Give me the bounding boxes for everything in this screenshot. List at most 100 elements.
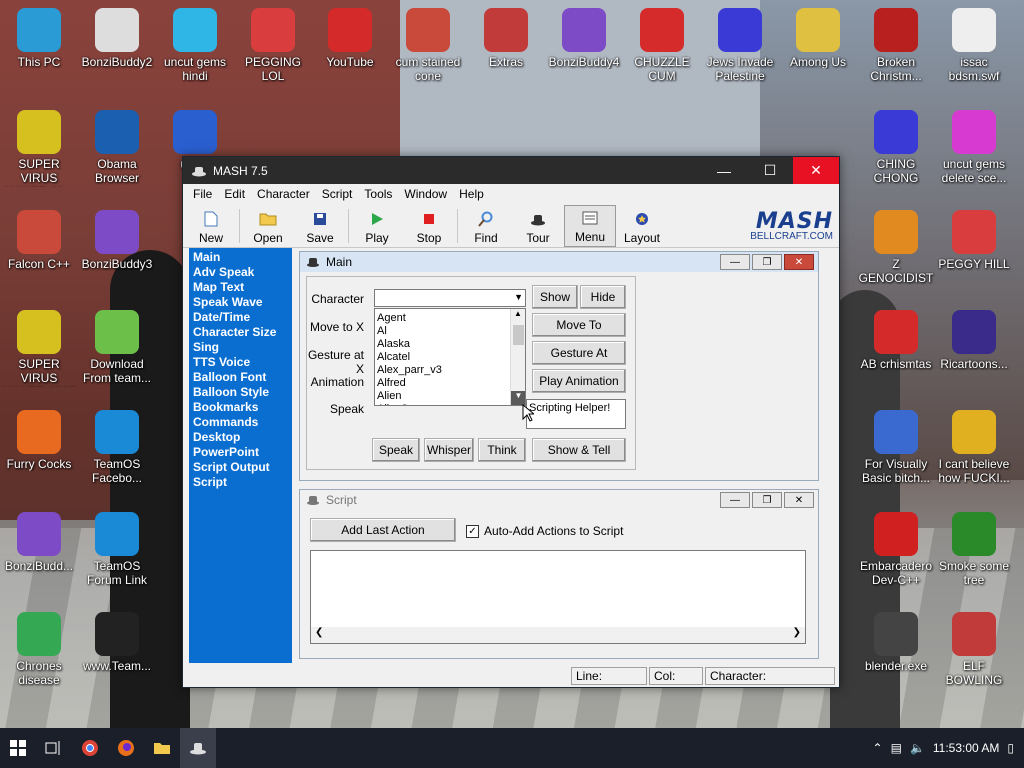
desktop-icon[interactable]: YouTube: [311, 8, 389, 69]
sidebar-item[interactable]: PowerPoint: [193, 445, 288, 460]
panel-close-button[interactable]: ✕: [784, 254, 814, 270]
desktop-icon[interactable]: For Visually Basic bitch...: [857, 410, 935, 485]
desktop-icon[interactable]: Ricartoons...: [935, 310, 1013, 371]
speak-text-field[interactable]: Scripting Helper!: [526, 399, 626, 429]
layout-button[interactable]: Layout: [616, 205, 668, 247]
maximize-button[interactable]: ☐: [747, 157, 793, 184]
sidebar-item[interactable]: Date/Time: [193, 310, 288, 325]
main-panel-titlebar[interactable]: Main — ❐ ✕: [300, 252, 818, 272]
sidebar-item[interactable]: Balloon Font: [193, 370, 288, 385]
desktop-icon[interactable]: ELF BOWLING: [935, 612, 1013, 687]
desktop-icon[interactable]: Broken Christm...: [857, 8, 935, 83]
character-option[interactable]: Alex_parr_v3: [375, 364, 525, 377]
speak-button[interactable]: Speak: [372, 438, 420, 462]
character-option[interactable]: Alien: [375, 390, 525, 403]
desktop-icon[interactable]: CHING CHONG: [857, 110, 935, 185]
clock[interactable]: 11:53:00 AM: [933, 741, 1000, 755]
checkbox-checked-icon[interactable]: ✓: [466, 524, 479, 538]
character-option[interactable]: Alcatel: [375, 351, 525, 364]
desktop-icon[interactable]: BonziBudd...: [0, 512, 78, 573]
desktop-icon[interactable]: PEGGING LOL: [234, 8, 312, 83]
script-restore-button[interactable]: ❐: [752, 492, 782, 508]
desktop-icon[interactable]: www.Team...: [78, 612, 156, 673]
desktop-icon[interactable]: cum stained cone: [389, 8, 467, 83]
scroll-thumb[interactable]: [513, 325, 524, 345]
show-tell-button[interactable]: Show & Tell: [532, 438, 626, 462]
desktop-icon[interactable]: blender.exe: [857, 612, 935, 673]
move-to-button[interactable]: Move To: [532, 313, 626, 337]
save-button[interactable]: Save: [294, 205, 346, 247]
find-button[interactable]: Find: [460, 205, 512, 247]
character-option[interactable]: Alaska: [375, 338, 525, 351]
scroll-up-icon[interactable]: ▲: [511, 309, 525, 321]
desktop-icon[interactable]: uncut gems hindi: [156, 8, 234, 83]
desktop-icon[interactable]: uncut gems delete sce...: [935, 110, 1013, 185]
task-view-icon[interactable]: [36, 728, 72, 768]
scroll-left-icon[interactable]: ❮: [315, 627, 323, 643]
sidebar-item[interactable]: Map Text: [193, 280, 288, 295]
auto-add-option[interactable]: ✓ Auto-Add Actions to Script: [466, 524, 623, 538]
desktop-icon[interactable]: BonziBuddy2: [78, 8, 156, 69]
file-explorer-icon[interactable]: [144, 728, 180, 768]
think-button[interactable]: Think: [478, 438, 526, 462]
desktop-icon[interactable]: Z GENOCIDIST: [857, 210, 935, 285]
desktop-icon[interactable]: TeamOS Facebo...: [78, 410, 156, 485]
desktop-icon[interactable]: SUPER VIRUS MAKER 9005: [0, 310, 78, 387]
firefox-icon[interactable]: [108, 728, 144, 768]
stop-button[interactable]: Stop: [403, 205, 455, 247]
chevron-up-icon[interactable]: ⌃: [873, 741, 883, 755]
play-button[interactable]: Play: [351, 205, 403, 247]
sidebar-item[interactable]: Main: [193, 250, 288, 265]
play-animation-button[interactable]: Play Animation: [532, 369, 626, 393]
scroll-down-icon[interactable]: ▼: [511, 391, 525, 405]
window-titlebar[interactable]: MASH 7.5 — ☐ ✕: [183, 157, 839, 184]
script-minimize-button[interactable]: —: [720, 492, 750, 508]
desktop-icon[interactable]: TeamOS Forum Link: [78, 512, 156, 587]
character-option[interactable]: Agent: [375, 312, 525, 325]
close-button[interactable]: ✕: [793, 157, 839, 184]
menu-script[interactable]: Script: [316, 187, 359, 201]
show-button[interactable]: Show: [532, 285, 578, 309]
sidebar-item[interactable]: Script: [193, 475, 288, 490]
whisper-button[interactable]: Whisper: [424, 438, 474, 462]
dropdown-scrollbar[interactable]: ▲ ▼: [510, 309, 525, 405]
new-button[interactable]: New: [185, 205, 237, 247]
gesture-at-button[interactable]: Gesture At: [532, 341, 626, 365]
character-option[interactable]: Al: [375, 325, 525, 338]
desktop-icon[interactable]: Jews Invade Palestine: [701, 8, 779, 83]
notifications-icon[interactable]: ▯: [1007, 741, 1014, 755]
scroll-right-icon[interactable]: ❯: [793, 627, 801, 643]
menu-character[interactable]: Character: [251, 187, 316, 201]
menu-toolbar-button[interactable]: Menu: [564, 205, 616, 247]
menu-window[interactable]: Window: [398, 187, 453, 201]
desktop-icon[interactable]: AB crhismtas: [857, 310, 935, 371]
sidebar-item[interactable]: Bookmarks: [193, 400, 288, 415]
desktop-icon[interactable]: Falcon C++: [0, 210, 78, 271]
desktop-icon[interactable]: SUPER VIRUS MAKER 90...: [0, 110, 78, 187]
hide-button[interactable]: Hide: [580, 285, 626, 309]
desktop-icon[interactable]: BonziBuddy4: [545, 8, 623, 69]
sidebar-item[interactable]: Character Size: [193, 325, 288, 340]
script-panel-titlebar[interactable]: Script — ❐ ✕: [300, 490, 818, 510]
menu-edit[interactable]: Edit: [218, 187, 251, 201]
open-button[interactable]: Open: [242, 205, 294, 247]
desktop-icon[interactable]: Obama Browser: [78, 110, 156, 185]
minimize-button[interactable]: —: [701, 157, 747, 184]
sidebar-item[interactable]: Script Output: [193, 460, 288, 475]
desktop-icon[interactable]: Embarcadero Dev-C++: [857, 512, 935, 587]
desktop-icon[interactable]: Extras: [467, 8, 545, 69]
character-option[interactable]: Alien2: [375, 403, 525, 405]
script-editor[interactable]: ❮ ❯: [310, 550, 806, 644]
desktop-icon[interactable]: Smoke some tree: [935, 512, 1013, 587]
script-close-button[interactable]: ✕: [784, 492, 814, 508]
desktop-icon[interactable]: CHUZZLE CUM: [623, 8, 701, 83]
menu-help[interactable]: Help: [453, 187, 490, 201]
network-icon[interactable]: ▤: [891, 741, 902, 755]
volume-icon[interactable]: 🔈: [910, 741, 925, 755]
desktop-icon[interactable]: BonziBuddy3: [78, 210, 156, 271]
desktop-icon[interactable]: I cant believe how FUCKI...: [935, 410, 1013, 485]
sidebar-item[interactable]: Speak Wave: [193, 295, 288, 310]
start-windows-icon[interactable]: [0, 728, 36, 768]
menu-tools[interactable]: Tools: [358, 187, 398, 201]
menu-file[interactable]: File: [187, 187, 218, 201]
